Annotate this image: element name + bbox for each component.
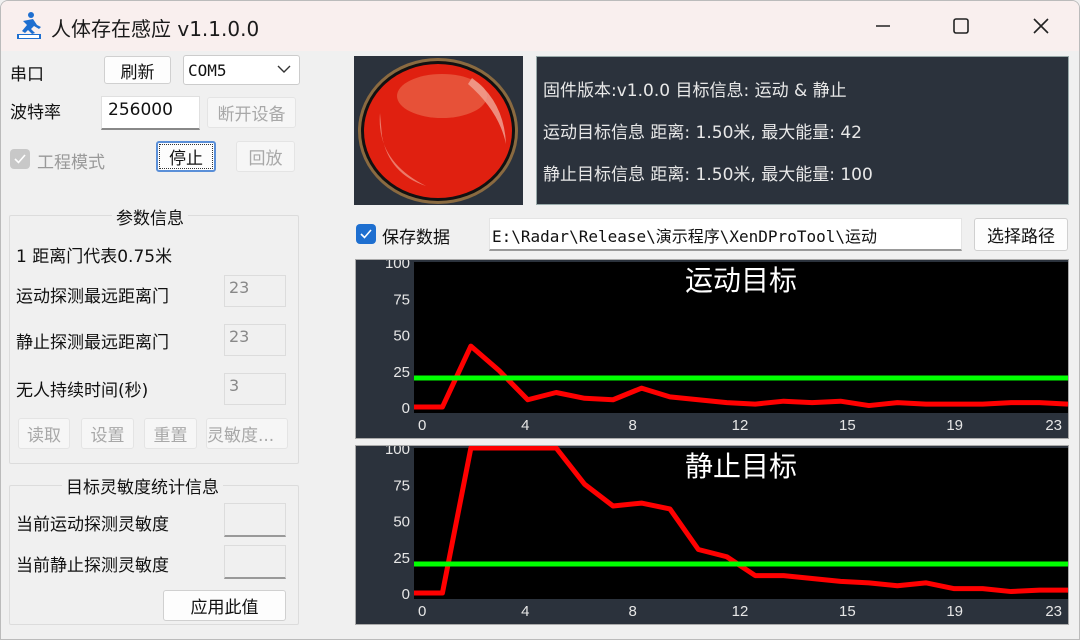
y-tick-label: 75 — [393, 477, 410, 494]
motion-target-info: 运动目标信息 距离: 1.50米, 最大能量: 42 — [543, 123, 862, 143]
stop-button[interactable]: 停止 — [156, 141, 216, 172]
x-tick-label: 0 — [418, 603, 426, 620]
no-person-duration-field[interactable]: 3 — [224, 373, 286, 405]
motion-max-gate-label: 运动探测最远距离门 — [16, 287, 169, 307]
playback-button[interactable]: 回放 — [236, 141, 295, 172]
x-tick-label: 23 — [1045, 417, 1062, 434]
engineering-mode-label: 工程模式 — [37, 153, 105, 173]
maximize-button[interactable] — [921, 1, 1001, 51]
x-tick-label: 15 — [839, 417, 856, 434]
save-path-input[interactable]: E:\Radar\Release\演示程序\XenDProTool\运动 — [489, 218, 962, 251]
maximize-icon — [953, 18, 969, 34]
baud-input[interactable]: 256000 — [101, 96, 200, 130]
presence-indicator — [354, 56, 523, 205]
checkmark-icon — [14, 154, 26, 164]
params-group-title: 参数信息 — [112, 204, 188, 229]
y-tick-label: 25 — [393, 550, 410, 567]
chevron-down-icon — [277, 65, 291, 73]
engineering-mode-checkbox[interactable] — [10, 149, 30, 169]
close-icon — [1033, 18, 1049, 34]
window-title: 人体存在感应 v1.1.0.0 — [51, 17, 260, 41]
current-static-sensitivity-field[interactable] — [224, 545, 286, 579]
x-tick-label: 8 — [628, 603, 636, 620]
refresh-button[interactable]: 刷新 — [104, 56, 171, 84]
save-data-label: 保存数据 — [382, 228, 450, 248]
set-button[interactable]: 设置 — [81, 418, 134, 449]
no-person-duration-label: 无人持续时间(秒) — [16, 381, 149, 401]
checkmark-icon — [360, 229, 372, 239]
port-select[interactable]: COM5 — [183, 55, 300, 85]
current-static-sensitivity-label: 当前静止探测灵敏度 — [16, 556, 169, 576]
x-tick-label: 23 — [1045, 603, 1062, 620]
x-tick-label: 0 — [418, 417, 426, 434]
sensitivity-button[interactable]: 灵敏度... — [206, 418, 288, 449]
sensitivity-group-title: 目标灵敏度统计信息 — [62, 473, 223, 498]
motion-chart: 100 75 50 25 0 0 4 8 12 15 19 23 运动目标 — [355, 259, 1069, 439]
reset-button[interactable]: 重置 — [144, 418, 197, 449]
disconnect-button[interactable]: 断开设备 — [207, 97, 296, 128]
static-chart-svg: 100 75 50 25 00 4 8 12 15 19 23 静止目标 — [385, 446, 1069, 620]
x-tick-label: 15 — [839, 603, 856, 620]
close-button[interactable] — [1001, 1, 1079, 51]
save-data-checkbox[interactable] — [356, 224, 376, 244]
x-tick-label: 4 — [521, 417, 529, 434]
y-tick-label: 100 — [385, 446, 410, 458]
minimize-button[interactable] — [843, 1, 923, 51]
title-bar[interactable]: 人体存在感应 v1.1.0.0 — [1, 1, 1079, 51]
y-tick-label: 0 — [402, 586, 410, 603]
choose-path-button[interactable]: 选择路径 — [974, 218, 1068, 251]
motion-max-gate-field[interactable]: 23 — [224, 275, 286, 307]
baud-label: 波特率 — [10, 103, 61, 123]
apply-value-button[interactable]: 应用此值 — [163, 590, 286, 621]
current-motion-sensitivity-label: 当前运动探测灵敏度 — [16, 515, 169, 535]
y-tick-label: 100 — [385, 260, 410, 272]
x-tick-label: 19 — [946, 603, 963, 620]
static-target-info: 静止目标信息 距离: 1.50米, 最大能量: 100 — [543, 165, 873, 185]
gate-note: 1 距离门代表0.75米 — [16, 247, 173, 267]
port-select-value: COM5 — [188, 61, 227, 80]
x-tick-label: 4 — [521, 603, 529, 620]
x-tick-label: 19 — [946, 417, 963, 434]
y-tick-label: 50 — [393, 328, 410, 345]
chart-title: 静止目标 — [685, 450, 797, 483]
chart-title: 运动目标 — [685, 264, 797, 297]
x-tick-label: 8 — [628, 417, 636, 434]
running-person-logo-icon — [17, 12, 41, 39]
y-tick-label: 50 — [393, 514, 410, 531]
firmware-target-info: 固件版本:v1.0.0 目标信息: 运动 & 静止 — [543, 81, 847, 101]
minimize-icon — [876, 25, 890, 27]
motion-chart-svg: 100 75 50 25 00 4 8 12 15 19 23 运动目标 — [385, 260, 1069, 434]
y-tick-label: 0 — [402, 400, 410, 417]
x-tick-label: 12 — [732, 603, 749, 620]
x-tick-label: 12 — [732, 417, 749, 434]
app-window: 人体存在感应 v1.1.0.0 串口 刷新 COM5 波特率 256000 断开… — [0, 0, 1080, 640]
static-max-gate-field[interactable]: 23 — [224, 324, 286, 356]
port-label: 串口 — [10, 65, 44, 85]
red-status-light-icon — [358, 58, 518, 204]
y-tick-label: 75 — [393, 291, 410, 308]
static-max-gate-label: 静止探测最远距离门 — [16, 333, 169, 353]
static-chart: 100 75 50 25 0 0 4 8 12 15 19 23 静止目标 — [355, 445, 1069, 625]
target-info-panel: 固件版本:v1.0.0 目标信息: 运动 & 静止 运动目标信息 距离: 1.5… — [536, 56, 1069, 205]
read-button[interactable]: 读取 — [18, 418, 70, 449]
current-motion-sensitivity-field[interactable] — [224, 503, 286, 537]
y-tick-label: 25 — [393, 364, 410, 381]
